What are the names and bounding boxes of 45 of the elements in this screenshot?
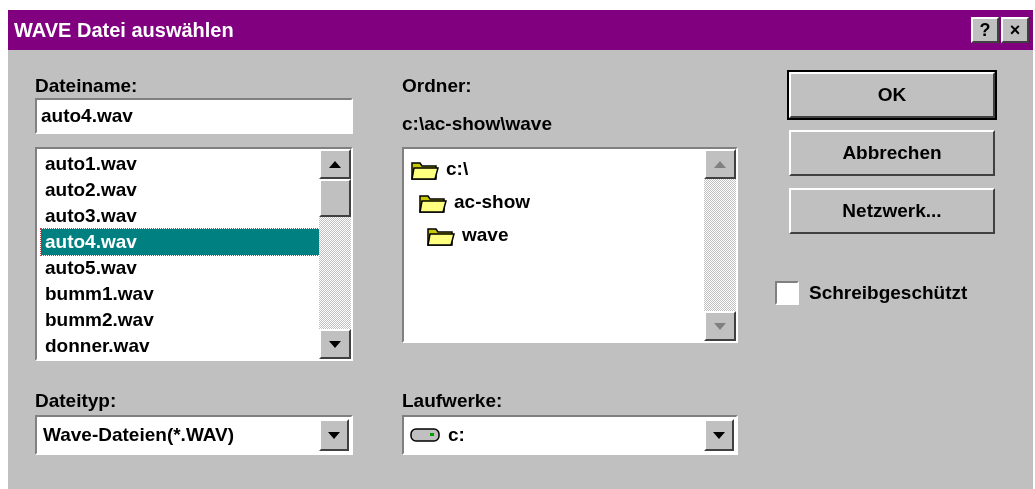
file-item[interactable]: donner.wav bbox=[41, 333, 319, 359]
filename-label: Dateiname: bbox=[35, 74, 139, 96]
folder-name: wave bbox=[462, 223, 509, 248]
ok-button[interactable]: OK bbox=[789, 72, 995, 118]
dropdown-button[interactable] bbox=[319, 419, 349, 451]
cancel-button[interactable]: Abbrechen bbox=[789, 130, 995, 176]
file-item[interactable]: auto1.wav bbox=[41, 151, 319, 177]
down-arrow-icon bbox=[714, 322, 726, 330]
file-item[interactable]: auto3.wav bbox=[41, 203, 319, 229]
down-arrow-icon bbox=[713, 431, 725, 439]
folder-name: c:\ bbox=[446, 157, 469, 182]
scroll-up-button[interactable] bbox=[319, 149, 351, 179]
folder-item[interactable]: c:\ bbox=[410, 153, 704, 186]
filename-field[interactable]: auto4.wav bbox=[35, 98, 353, 134]
scroll-down-button[interactable] bbox=[319, 329, 351, 359]
file-item[interactable]: bumm1.wav bbox=[41, 281, 319, 307]
scrollbar[interactable] bbox=[319, 149, 351, 359]
scroll-thumb[interactable] bbox=[319, 179, 351, 217]
up-arrow-icon bbox=[329, 160, 341, 168]
drives-label: Laufwerke: bbox=[402, 389, 504, 411]
readonly-label: Schreibgeschützt bbox=[809, 281, 968, 305]
file-item[interactable]: bumm2.wav bbox=[41, 307, 319, 333]
down-arrow-icon bbox=[328, 431, 340, 439]
filetype-dropdown[interactable]: Wave-Dateien(*.WAV) bbox=[35, 415, 353, 455]
drive-icon bbox=[410, 427, 440, 443]
filetype-label: Dateityp: bbox=[35, 389, 118, 411]
folder-label: Ordner: bbox=[402, 74, 473, 96]
help-button[interactable]: ? bbox=[971, 17, 999, 43]
dropdown-button[interactable] bbox=[704, 419, 734, 451]
folder-name: ac-show bbox=[454, 190, 531, 215]
window-title: WAVE Datei auswählen bbox=[14, 18, 234, 43]
folder-path: c:\ac-show\wave bbox=[402, 112, 553, 134]
folder-item[interactable]: wave bbox=[410, 219, 704, 252]
up-arrow-icon bbox=[714, 160, 726, 168]
scroll-up-button[interactable] bbox=[704, 149, 736, 179]
drive-dropdown[interactable]: c: bbox=[402, 415, 738, 455]
scroll-down-button[interactable] bbox=[704, 311, 736, 341]
readonly-checkbox[interactable] bbox=[775, 281, 799, 306]
folder-item[interactable]: ac-show bbox=[410, 186, 704, 219]
file-item[interactable]: auto5.wav bbox=[41, 255, 319, 281]
network-button[interactable]: Netzwerk... bbox=[789, 188, 995, 234]
down-arrow-icon bbox=[329, 340, 341, 348]
file-item[interactable]: auto4.wav bbox=[41, 229, 319, 255]
file-item[interactable]: auto2.wav bbox=[41, 177, 319, 203]
close-button[interactable]: × bbox=[1001, 17, 1029, 43]
